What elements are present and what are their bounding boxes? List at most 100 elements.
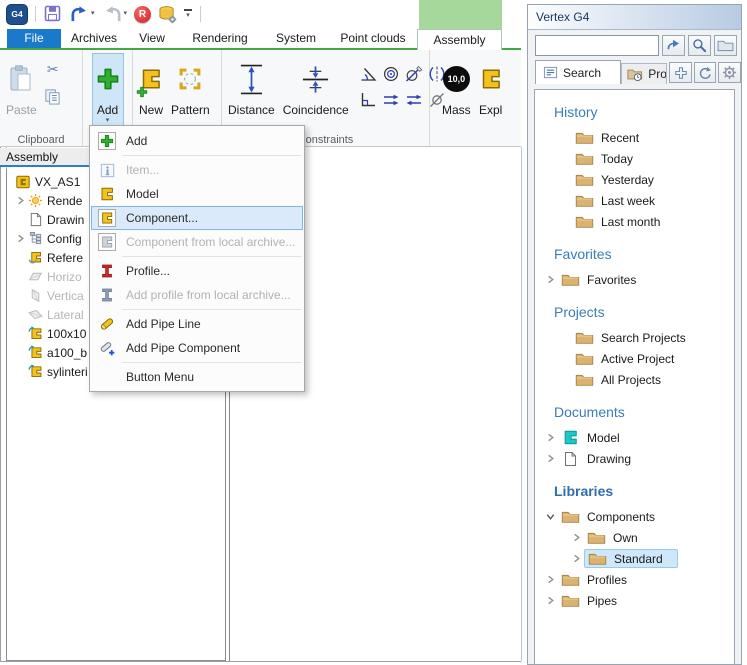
libraries-item-own[interactable]: Own (535, 527, 734, 548)
tree-item-label: Refere (47, 251, 83, 265)
favorites-item[interactable]: Favorites (535, 269, 734, 290)
parallel-constraint-button[interactable] (380, 87, 402, 112)
folder-icon (574, 330, 594, 345)
projects-item-active[interactable]: Active Project (535, 348, 734, 369)
coincidence-button[interactable]: Coincidence (279, 53, 353, 120)
documents-item-drawing[interactable]: Drawing (535, 448, 734, 469)
tab-search[interactable]: Search (535, 60, 621, 84)
tab-projects-label: Proj (648, 67, 667, 81)
redo-dropdown-caret[interactable]: ▾ (124, 11, 128, 17)
toolbar-options-icon: ▾ (184, 9, 192, 19)
menu-item-label: Profile... (126, 264, 170, 278)
projects-item-all[interactable]: All Projects (535, 369, 734, 390)
menu-item-label: Add Pipe Component (126, 341, 240, 355)
distance-button[interactable]: Distance (224, 53, 279, 120)
app-logo: G4 (6, 4, 28, 25)
menu-item-profile-local-archive[interactable]: Add profile from local archive... (91, 283, 303, 307)
menu-item-label: Button Menu (126, 370, 194, 384)
pattern-button[interactable]: Pattern (167, 53, 214, 120)
new-button[interactable]: New (135, 53, 167, 120)
chevron-right-icon[interactable] (15, 195, 27, 206)
menu-item-add-pipe-component[interactable]: Add Pipe Component (91, 336, 303, 360)
chevron-right-icon[interactable] (545, 432, 558, 443)
history-item-last-week[interactable]: Last week (535, 190, 734, 211)
model-icon (97, 186, 117, 202)
libraries-item-pipes[interactable]: Pipes (535, 590, 734, 611)
menu-item-component[interactable]: Component... (91, 206, 303, 230)
tangent-constraint-button[interactable] (403, 61, 425, 86)
undo-button[interactable]: ▾ (68, 4, 96, 25)
undo-dropdown-caret[interactable]: ▾ (91, 11, 95, 17)
tab-archives[interactable]: Archives (61, 29, 127, 48)
history-item-recent[interactable]: Recent (535, 127, 734, 148)
add-plus-icon (98, 132, 116, 150)
search-input[interactable] (535, 35, 659, 56)
tree-item-label: Yesterday (601, 173, 654, 187)
redo-button[interactable]: ▾ (101, 4, 129, 25)
libraries-item-components[interactable]: Components (535, 506, 734, 527)
copy-button[interactable] (44, 88, 61, 105)
add-plus-icon (96, 67, 120, 91)
tab-point-clouds-label: Point clouds (340, 31, 405, 45)
add-item-button[interactable] (669, 62, 692, 83)
projects-item-search[interactable]: Search Projects (535, 327, 734, 348)
save-button[interactable] (43, 4, 63, 24)
history-item-yesterday[interactable]: Yesterday (535, 169, 734, 190)
libraries-item-standard[interactable]: Standard (535, 548, 734, 569)
component-icon (98, 209, 116, 227)
toolbar-options-button[interactable]: ▾ (183, 8, 193, 20)
history-item-today[interactable]: Today (535, 148, 734, 169)
history-item-last-month[interactable]: Last month (535, 211, 734, 232)
menu-item-button-menu[interactable]: Button Menu (91, 365, 303, 389)
go-button[interactable] (662, 35, 685, 56)
chevron-right-icon[interactable] (545, 453, 558, 464)
tab-projects[interactable]: Proj (621, 63, 667, 84)
chevron-right-icon[interactable] (571, 532, 584, 543)
undo-icon (69, 5, 90, 24)
tab-rendering[interactable]: Rendering (177, 29, 263, 48)
perpendicular-constraint-icon (358, 91, 378, 109)
search-button[interactable] (688, 35, 711, 56)
tab-system[interactable]: System (263, 29, 329, 48)
documents-item-model[interactable]: Model (535, 427, 734, 448)
tab-point-clouds[interactable]: Point clouds (329, 29, 417, 48)
tree-item-label: Today (601, 152, 633, 166)
menu-item-item[interactable]: Item... (91, 158, 303, 182)
database-settings-button[interactable] (157, 4, 178, 25)
record-button[interactable]: R (133, 5, 152, 24)
perpendicular-constraint-button[interactable] (357, 87, 379, 112)
add-dropdown-caret[interactable]: ▾ (106, 118, 110, 124)
menu-item-model[interactable]: Model (91, 182, 303, 206)
chevron-down-icon[interactable] (545, 511, 558, 522)
refresh-button[interactable] (694, 62, 717, 83)
concentric-constraint-button[interactable] (380, 61, 402, 86)
chevron-right-icon[interactable] (571, 553, 584, 564)
tab-assembly[interactable]: Assembly (417, 29, 502, 50)
antiparallel-constraint-button[interactable] (403, 87, 425, 112)
assembly-icon (15, 174, 31, 190)
angle-constraint-button[interactable] (357, 61, 379, 86)
browse-folder-button[interactable] (714, 35, 737, 56)
libraries-item-profiles[interactable]: Profiles (535, 569, 734, 590)
menu-item-add-pipe-line[interactable]: Add Pipe Line (91, 312, 303, 336)
tab-file[interactable]: File (7, 29, 61, 48)
cut-button[interactable]: ✂ (47, 61, 59, 78)
menu-item-component-local-archive[interactable]: Component from local archive... (91, 230, 303, 254)
explode-button[interactable]: Expl (475, 53, 507, 120)
mass-button[interactable]: 10,0 Mass (438, 53, 475, 120)
plus-icon (674, 66, 688, 80)
tree-item-label: Rende (47, 194, 82, 208)
active-tab-highlight-block (419, 0, 502, 29)
distance-icon (239, 63, 264, 96)
settings-button[interactable] (718, 62, 741, 83)
chevron-right-icon[interactable] (15, 233, 27, 244)
menu-item-add[interactable]: Add (91, 128, 303, 153)
tab-view[interactable]: View (127, 29, 177, 48)
chevron-right-icon[interactable] (545, 595, 558, 606)
menu-item-profile[interactable]: Profile... (91, 259, 303, 283)
add-button[interactable]: Add ▾ (92, 53, 124, 127)
coincidence-icon (301, 65, 330, 94)
paste-button[interactable]: Paste (2, 53, 41, 120)
chevron-right-icon[interactable] (545, 274, 558, 285)
chevron-right-icon[interactable] (545, 574, 558, 585)
